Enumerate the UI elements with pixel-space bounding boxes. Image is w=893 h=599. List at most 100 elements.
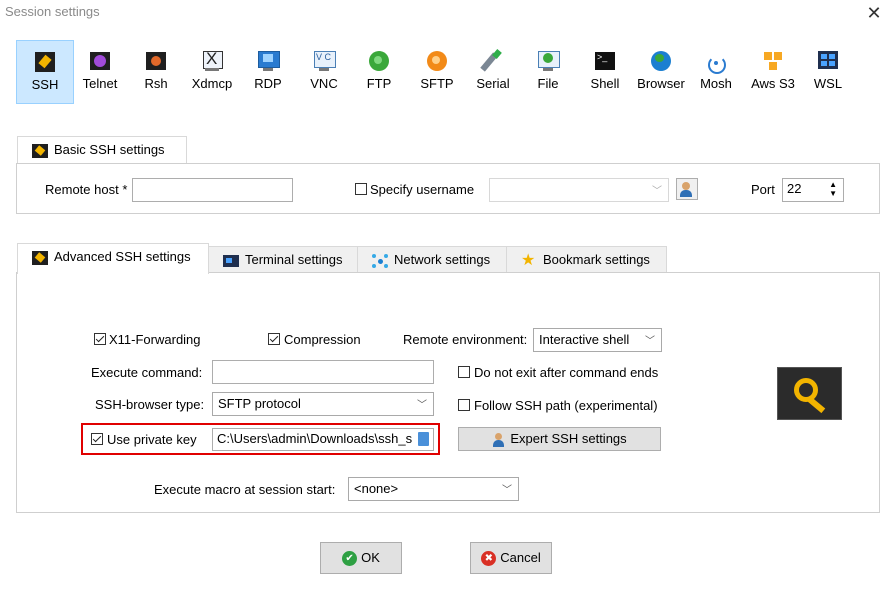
tab-advanced-ssh-settings[interactable]: Advanced SSH settings: [17, 243, 209, 274]
tab-bookmark-settings[interactable]: ★ Bookmark settings: [506, 246, 667, 273]
protocol-label: VNC: [310, 76, 338, 91]
key-icon: [32, 143, 48, 158]
ftp-icon: [368, 50, 390, 72]
private-key-path-input[interactable]: C:\Users\admin\Downloads\ssh_s: [212, 428, 434, 451]
protocol-sftp-button[interactable]: SFTP: [411, 40, 463, 102]
user-settings-icon: [492, 432, 506, 447]
serial-icon: [480, 49, 504, 72]
sftp-icon: [426, 50, 448, 72]
compression-label: Compression: [284, 332, 361, 347]
protocol-ssh-button[interactable]: SSH: [16, 40, 74, 104]
expert-ssh-settings-button[interactable]: Expert SSH settings: [458, 427, 661, 451]
wsl-icon: [817, 50, 839, 72]
protocol-mosh-button[interactable]: Mosh: [690, 40, 742, 102]
follow-ssh-path-checkbox[interactable]: [458, 399, 470, 411]
use-private-key-label: Use private key: [107, 432, 197, 447]
chevron-down-icon: ﹀: [417, 400, 427, 411]
ssh-key-icon: [34, 51, 56, 73]
protocol-xdmcp-button[interactable]: X Xdmcp: [186, 40, 238, 102]
protocol-label: SFTP: [420, 76, 454, 91]
cancel-x-icon: ✖: [481, 551, 497, 567]
chevron-down-icon: ﹀: [652, 186, 662, 197]
user-manager-button[interactable]: [676, 178, 698, 200]
x11-forwarding-checkbox[interactable]: [94, 333, 106, 345]
remote-host-input[interactable]: [132, 178, 293, 202]
compression-checkbox[interactable]: [268, 333, 280, 345]
file-icon: [537, 50, 560, 72]
protocol-label: WSL: [813, 76, 843, 91]
terminal-icon: [223, 254, 239, 268]
remote-environment-select[interactable]: Interactive shell ﹀: [533, 328, 662, 352]
cancel-button[interactable]: ✖ Cancel: [470, 542, 552, 574]
tab-terminal-settings[interactable]: Terminal settings: [208, 246, 358, 273]
x11-forwarding-label: X11-Forwarding: [109, 332, 201, 347]
ssh-browser-type-label: SSH-browser type:: [95, 397, 205, 412]
protocol-aws-s3-button[interactable]: Aws S3: [745, 40, 801, 102]
remote-environment-value: Interactive shell: [539, 332, 630, 347]
protocol-label: Rsh: [144, 76, 168, 91]
use-private-key-checkbox[interactable]: [91, 433, 103, 445]
username-select[interactable]: ﹀: [489, 178, 669, 202]
terminal-tab-label: Terminal settings: [245, 252, 343, 267]
follow-ssh-path-label: Follow SSH path (experimental): [474, 398, 658, 413]
protocol-label: FTP: [366, 76, 392, 91]
protocol-label: Mosh: [700, 76, 732, 91]
protocol-telnet-button[interactable]: Telnet: [76, 40, 124, 102]
execute-command-label: Execute command:: [91, 365, 203, 380]
protocol-label: Browser: [637, 76, 685, 91]
basic-tab-label: Basic SSH settings: [54, 142, 165, 157]
protocol-label: SSH: [31, 77, 59, 92]
user-icon: [682, 182, 690, 190]
protocol-rdp-button[interactable]: RDP: [243, 40, 293, 102]
port-value: 22: [787, 181, 802, 196]
port-input[interactable]: 22 ▲ ▼: [782, 178, 844, 202]
execute-macro-label: Execute macro at session start:: [154, 482, 336, 497]
cancel-label: Cancel: [500, 550, 541, 565]
advanced-tab-label: Advanced SSH settings: [54, 249, 191, 264]
protocol-shell-button[interactable]: >_ Shell: [580, 40, 630, 102]
window-title: Session settings: [5, 4, 100, 19]
protocol-label: File: [537, 76, 559, 91]
ok-button[interactable]: ✔ OK: [320, 542, 402, 574]
vnc-icon: V C: [313, 50, 336, 72]
network-icon: [372, 253, 388, 268]
protocol-label: RDP: [254, 76, 282, 91]
remote-environment-label: Remote environment:: [403, 332, 528, 347]
aws-s3-icon: [762, 50, 784, 72]
spinner-arrows-icon[interactable]: ▲ ▼: [829, 180, 837, 198]
protocol-vnc-button[interactable]: V C VNC: [299, 40, 349, 102]
specify-username-label: Specify username: [370, 182, 475, 197]
ssh-browser-type-value: SFTP protocol: [218, 396, 301, 411]
tab-basic-ssh-settings[interactable]: Basic SSH settings: [17, 136, 187, 163]
protocol-label: Telnet: [82, 76, 118, 91]
chevron-down-icon: ﹀: [645, 336, 655, 347]
protocol-file-button[interactable]: File: [524, 40, 572, 102]
tab-network-settings[interactable]: Network settings: [357, 246, 507, 273]
execute-macro-select[interactable]: <none> ﹀: [348, 477, 519, 501]
expert-ssh-settings-label: Expert SSH settings: [510, 431, 627, 446]
protocol-label: Xdmcp: [191, 76, 233, 91]
protocol-serial-button[interactable]: Serial: [468, 40, 518, 102]
execute-macro-value: <none>: [354, 481, 399, 496]
xdmcp-icon: X: [201, 49, 223, 72]
file-browse-icon[interactable]: [418, 432, 429, 446]
port-label: Port: [751, 182, 775, 197]
protocol-browser-button[interactable]: Browser: [634, 40, 688, 102]
browser-icon: [650, 50, 672, 72]
private-key-path-value: C:\Users\admin\Downloads\ssh_s: [217, 431, 413, 446]
mosh-icon: [705, 50, 727, 74]
close-icon[interactable]: ✕: [862, 2, 886, 24]
protocol-ftp-button[interactable]: FTP: [355, 40, 403, 102]
specify-username-checkbox[interactable]: [355, 183, 367, 195]
bookmark-tab-label: Bookmark settings: [543, 252, 650, 267]
execute-command-input[interactable]: [212, 360, 434, 384]
ssh-browser-type-select[interactable]: SFTP protocol ﹀: [212, 392, 434, 416]
protocol-wsl-button[interactable]: WSL: [802, 40, 854, 102]
rdp-icon: [257, 50, 280, 72]
do-not-exit-checkbox[interactable]: [458, 366, 470, 378]
protocol-rsh-button[interactable]: Rsh: [134, 40, 178, 102]
ssh-key-large-icon: [777, 367, 842, 420]
telnet-icon: [89, 50, 111, 72]
protocol-label: Shell: [590, 76, 620, 91]
rsh-icon: [145, 50, 167, 72]
